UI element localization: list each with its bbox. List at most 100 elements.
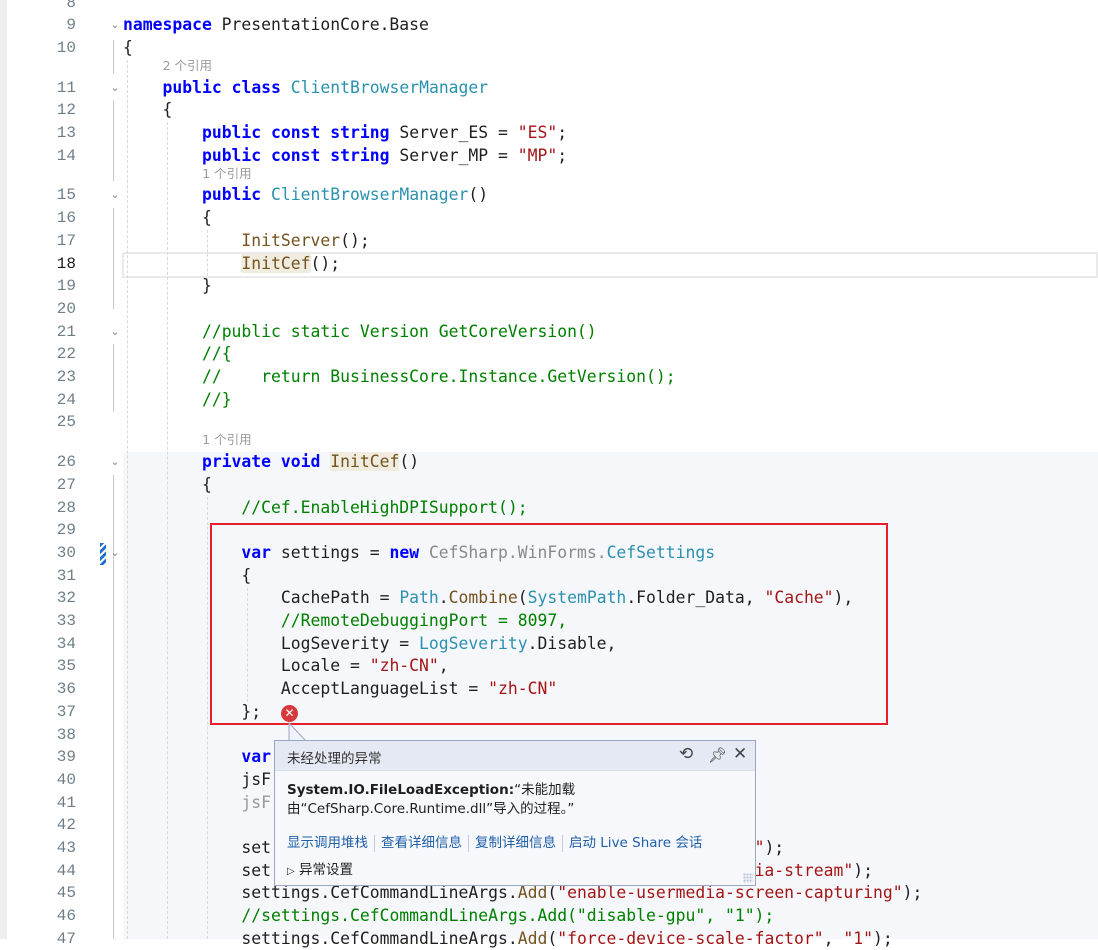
code-line[interactable]: //public static Version GetCoreVersion() [123, 321, 597, 343]
code-token: //public static Version GetCoreVersion() [201, 321, 597, 341]
line-number: 12 [56, 101, 76, 120]
code-token: string [330, 145, 390, 165]
code-line[interactable]: namespace PresentationCore.Base [123, 14, 429, 36]
code-line[interactable]: } [123, 275, 212, 297]
line-number: 17 [56, 231, 76, 250]
exception-settings-label: 异常设置 [299, 862, 353, 878]
history-icon[interactable]: ⟲ [679, 744, 693, 764]
error-icon[interactable]: ✕ [281, 705, 298, 722]
expand-triangle-icon: ▷ [287, 866, 295, 877]
code-token: namespace [123, 15, 212, 35]
line-number: 15 [56, 186, 76, 205]
code-line[interactable]: // return BusinessCore.Instance.GetVersi… [123, 366, 676, 388]
code-token: ClientBrowserManager [290, 77, 489, 97]
fold-guide-line [113, 208, 114, 309]
fold-chevron-icon[interactable]: ⌄ [109, 546, 121, 559]
view-details-link[interactable]: 查看详细信息 [381, 835, 462, 851]
line-number: 35 [56, 657, 76, 676]
fold-chevron-icon[interactable]: ⌄ [109, 456, 121, 468]
code-line[interactable]: { [123, 207, 212, 229]
message-line-2: 由“CefSharp.Core.Runtime.dll”导入的过程。” [287, 801, 575, 817]
line-number: 22 [56, 345, 76, 364]
close-icon[interactable]: ✕ [733, 744, 747, 764]
code-token: //} [201, 389, 232, 409]
code-token: { [123, 208, 212, 228]
code-lens-references[interactable]: 2 个引用 [163, 58, 212, 74]
code-token: (); [310, 253, 341, 273]
fold-chevron-icon[interactable]: ⌄ [109, 19, 121, 31]
code-line[interactable]: //Cef.EnableHighDPISupport(); [123, 497, 528, 519]
code-token: jsF [123, 769, 272, 789]
exception-settings-toggle[interactable]: ▷ 异常设置 [287, 858, 353, 878]
line-number: 43 [56, 839, 76, 857]
code-token: const [271, 145, 321, 165]
divider [374, 834, 375, 852]
code-token: settings.CefCommandLineArgs. [123, 928, 518, 948]
resize-grip[interactable] [743, 873, 753, 883]
copy-details-link[interactable]: 复制详细信息 [475, 835, 556, 851]
line-number: 8 [66, 0, 76, 12]
line-number: 11 [56, 78, 76, 97]
live-share-link[interactable]: 启动 Live Share 会话 [569, 835, 702, 851]
code-line[interactable]: { [123, 99, 172, 121]
code-line[interactable]: var [123, 746, 271, 768]
code-token: ); [873, 928, 893, 948]
code-line[interactable]: { [123, 474, 212, 496]
line-number: 20 [56, 299, 76, 318]
code-token: ; [557, 145, 568, 165]
code-token: { [123, 37, 133, 57]
code-line[interactable]: jsF [123, 792, 271, 814]
line-number: 18 [56, 254, 76, 273]
popup-header: 未经处理的异常 ⟲ 📌︎ ✕ [275, 741, 755, 771]
code-line[interactable]: public const string Server_MP = "MP"; [123, 145, 567, 167]
line-number: 23 [56, 368, 76, 386]
code-line[interactable]: //settings.CefCommandLineArgs.Add("disab… [123, 905, 774, 927]
line-number: 14 [56, 146, 76, 165]
code-line[interactable]: //} [123, 389, 232, 411]
code-line[interactable]: //{ [123, 343, 232, 365]
code-token: InitCef [330, 452, 400, 472]
pin-icon[interactable]: 📌︎ [708, 746, 727, 764]
fold-chevron-icon[interactable]: ⌄ [109, 189, 121, 201]
code-line[interactable]: jsF [123, 769, 271, 791]
line-number: 37 [56, 702, 76, 721]
code-token: string [330, 123, 390, 142]
fold-chevron-icon[interactable]: ⌄ [109, 325, 121, 338]
code-token: class [231, 77, 281, 97]
code-token: settings.CefCommandLineArgs. [123, 883, 518, 903]
show-call-stack-link[interactable]: 显示调用堆栈 [287, 835, 368, 851]
line-number: 26 [56, 453, 76, 472]
code-line[interactable]: InitCef(); [123, 253, 340, 275]
line-number: 16 [56, 209, 76, 228]
line-number: 32 [56, 589, 76, 608]
code-token: } [123, 276, 212, 296]
code-line[interactable]: InitServer(); [123, 230, 369, 252]
code-token: , [823, 928, 844, 948]
code-line[interactable]: { [123, 37, 133, 59]
code-token: Server_MP = [389, 145, 518, 165]
code-line[interactable]: public ClientBrowserManager() [123, 184, 488, 206]
line-number: 40 [56, 770, 76, 789]
popup-pointer [288, 722, 308, 742]
line-number: 34 [56, 634, 76, 653]
code-lens-references[interactable]: 1 个引用 [202, 166, 251, 182]
code-line[interactable]: private void InitCef() [123, 451, 419, 473]
code-token: // return BusinessCore.Instance.GetVersi… [201, 367, 676, 386]
code-line[interactable]: public const string Server_ES = "ES"; [123, 122, 567, 144]
fold-chevron-icon[interactable]: ⌄ [109, 81, 121, 94]
code-lens-references[interactable]: 1 个引用 [202, 432, 251, 448]
code-token: //Cef.EnableHighDPISupport(); [241, 497, 528, 517]
code-token: jsF [241, 792, 272, 812]
code-line[interactable]: public class ClientBrowserManager [123, 77, 488, 99]
